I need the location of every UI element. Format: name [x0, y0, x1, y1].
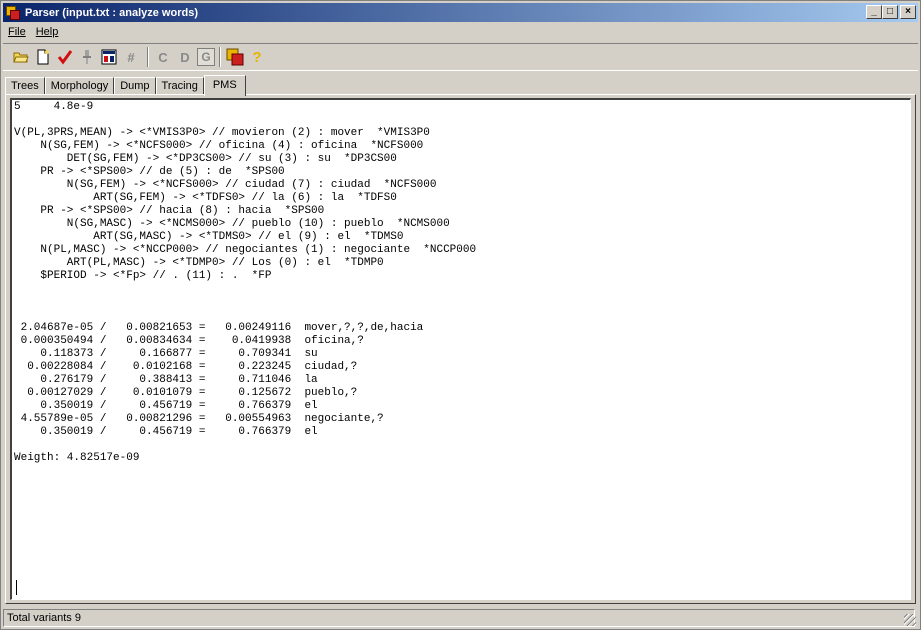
output-line: N(PL,MASC) -> <*NCCP000> // negociantes … — [14, 244, 477, 256]
tab-pms[interactable]: PMS — [203, 75, 246, 96]
c-icon[interactable]: C — [153, 47, 173, 67]
title-bar[interactable]: Parser (input.txt : analyze words) _ □ × — [3, 3, 918, 22]
output-line: 0.00228084 / 0.0102168 = 0.223245 ciudad… — [14, 361, 358, 373]
resize-grip-icon[interactable] — [904, 614, 916, 626]
menu-bar: File Help — [3, 23, 63, 41]
tab-morphology[interactable]: Morphology — [44, 77, 115, 95]
tab-dump[interactable]: Dump — [114, 77, 156, 95]
output-line: 0.000350494 / 0.00834634 = 0.0419938 ofi… — [14, 335, 364, 347]
output-line: 0.00127029 / 0.0101079 = 0.125672 pueblo… — [14, 387, 358, 399]
window-title: Parser (input.txt : analyze words) — [25, 6, 198, 19]
output-line: 4.55789e-05 / 0.00821296 = 0.00554963 ne… — [14, 413, 384, 425]
minimize-button[interactable]: _ — [866, 5, 882, 19]
g-icon[interactable]: G — [197, 48, 215, 66]
parser-app-icon[interactable] — [5, 5, 21, 21]
d-icon[interactable]: D — [175, 47, 195, 67]
pin-icon[interactable] — [77, 47, 97, 67]
status-bar: Total variants 9 — [3, 607, 918, 628]
menu-help[interactable]: Help — [31, 26, 64, 38]
output-line: 2.04687e-05 / 0.00821653 = 0.00249116 mo… — [14, 322, 424, 334]
output-line: V(PL,3PRS,MEAN) -> <*VMIS3P0> // moviero… — [14, 127, 430, 139]
text-caret — [16, 580, 17, 595]
parser-app-icon[interactable] — [225, 47, 245, 67]
menu-file[interactable]: File — [3, 26, 31, 38]
output-line: PR -> <*SPS00> // hacia (8) : hacia *SPS… — [14, 205, 325, 217]
output-line: DET(SG,FEM) -> <*DP3CS00> // su (3) : su… — [14, 153, 397, 165]
help-glyph: ? — [252, 48, 262, 66]
output-line: N(SG,FEM) -> <*NCFS000> // oficina (4) :… — [14, 140, 424, 152]
output-line: N(SG,MASC) -> <*NCMS000> // pueblo (10) … — [14, 218, 450, 230]
open-folder-icon[interactable] — [11, 47, 31, 67]
hash-icon[interactable]: # — [121, 47, 141, 67]
output-line: PR -> <*SPS00> // de (5) : de *SPS00 — [14, 166, 285, 178]
output-line: $PERIOD -> <*Fp> // . (11) : . *FP — [14, 270, 272, 282]
output-line: ART(SG,FEM) -> <*TDFS0> // la (6) : la *… — [14, 192, 397, 204]
output-line: 5 4.8e-9 — [14, 101, 94, 113]
output-line: 0.276179 / 0.388413 = 0.711046 la — [14, 374, 318, 386]
output-line: N(SG,FEM) -> <*NCFS000> // ciudad (7) : … — [14, 179, 437, 191]
toolbar: # C D G ? — [3, 43, 918, 71]
output-line: ART(SG,MASC) -> <*TDMS0> // el (9) : el … — [14, 231, 404, 243]
status-text: Total variants 9 — [3, 608, 915, 627]
output-line: 0.350019 / 0.456719 = 0.766379 el — [14, 400, 318, 412]
output-text: 5 4.8e-9 V(PL,3PRS,MEAN) -> <*VMIS3P0> /… — [12, 100, 910, 465]
tab-strip: Trees Morphology Dump Tracing PMS — [5, 75, 246, 96]
tab-tracing[interactable]: Tracing — [155, 77, 204, 95]
output-line: 0.350019 / 0.456719 = 0.766379 el — [14, 426, 318, 438]
help-icon[interactable]: ? — [247, 47, 267, 67]
output-line: Weigth: 4.82517e-09 — [14, 452, 140, 464]
output-text-area[interactable]: 5 4.8e-9 V(PL,3PRS,MEAN) -> <*VMIS3P0> /… — [10, 98, 911, 600]
maximize-button[interactable]: □ — [882, 5, 898, 19]
parser-window: Parser (input.txt : analyze words) _ □ ×… — [0, 0, 921, 630]
toolbar-separator — [219, 47, 221, 67]
tab-panel-pms: 5 4.8e-9 V(PL,3PRS,MEAN) -> <*VMIS3P0> /… — [5, 94, 916, 604]
check-icon[interactable] — [55, 47, 75, 67]
tab-trees[interactable]: Trees — [5, 77, 45, 95]
close-button[interactable]: × — [900, 5, 916, 19]
toolbar-separator — [147, 47, 149, 67]
grid-icon[interactable] — [99, 47, 119, 67]
output-line: ART(PL,MASC) -> <*TDMP0> // Los (0) : el… — [14, 257, 384, 269]
output-line: 0.118373 / 0.166877 = 0.709341 su — [14, 348, 318, 360]
new-document-icon[interactable] — [33, 47, 53, 67]
